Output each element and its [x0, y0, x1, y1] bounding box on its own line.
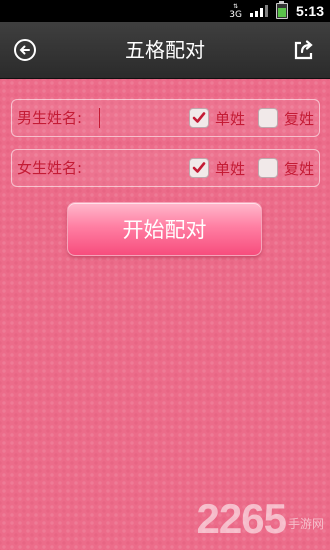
male-name-row: 男生姓名: 单姓 复姓	[11, 99, 320, 137]
male-single-surname-option[interactable]: 单姓	[189, 107, 245, 129]
site-watermark-logo: 2265 手游网	[197, 498, 324, 540]
clock: 5:13	[295, 3, 324, 19]
status-bar: ⇅ 3G 5:13	[0, 0, 330, 22]
female-name-label: 女生姓名:	[17, 159, 83, 177]
male-single-checkbox[interactable]	[189, 108, 209, 128]
female-single-label: 单姓	[215, 159, 246, 178]
watermark-text: 手游网	[287, 517, 324, 531]
female-double-label: 复姓	[284, 159, 315, 178]
network-indicator: ⇅ 3G	[229, 3, 242, 20]
male-double-checkbox[interactable]	[258, 108, 278, 128]
share-export-icon[interactable]	[292, 38, 316, 62]
male-double-label: 复姓	[284, 109, 315, 128]
title-bar: 五格配对	[0, 22, 330, 79]
start-match-button[interactable]: 开始配对	[67, 202, 262, 256]
watermark-number: 2265	[196, 495, 287, 542]
page-title: 五格配对	[125, 38, 205, 62]
female-single-surname-option[interactable]: 单姓	[189, 157, 245, 179]
male-name-input[interactable]	[99, 108, 100, 128]
female-single-checkbox[interactable]	[189, 158, 209, 178]
female-double-checkbox[interactable]	[258, 158, 278, 178]
male-single-label: 单姓	[215, 109, 246, 128]
form-area: 男生姓名: 单姓 复姓 女生姓名: 单姓 复姓 开始配对 2265 手游网	[0, 79, 330, 550]
female-double-surname-option[interactable]: 复姓	[258, 157, 314, 179]
male-name-label: 男生姓名:	[17, 109, 83, 127]
battery-icon	[275, 1, 288, 19]
signal-strength-icon	[249, 5, 268, 17]
female-name-row: 女生姓名: 单姓 复姓	[11, 149, 320, 187]
female-name-input[interactable]	[99, 154, 179, 182]
male-double-surname-option[interactable]: 复姓	[258, 107, 314, 129]
